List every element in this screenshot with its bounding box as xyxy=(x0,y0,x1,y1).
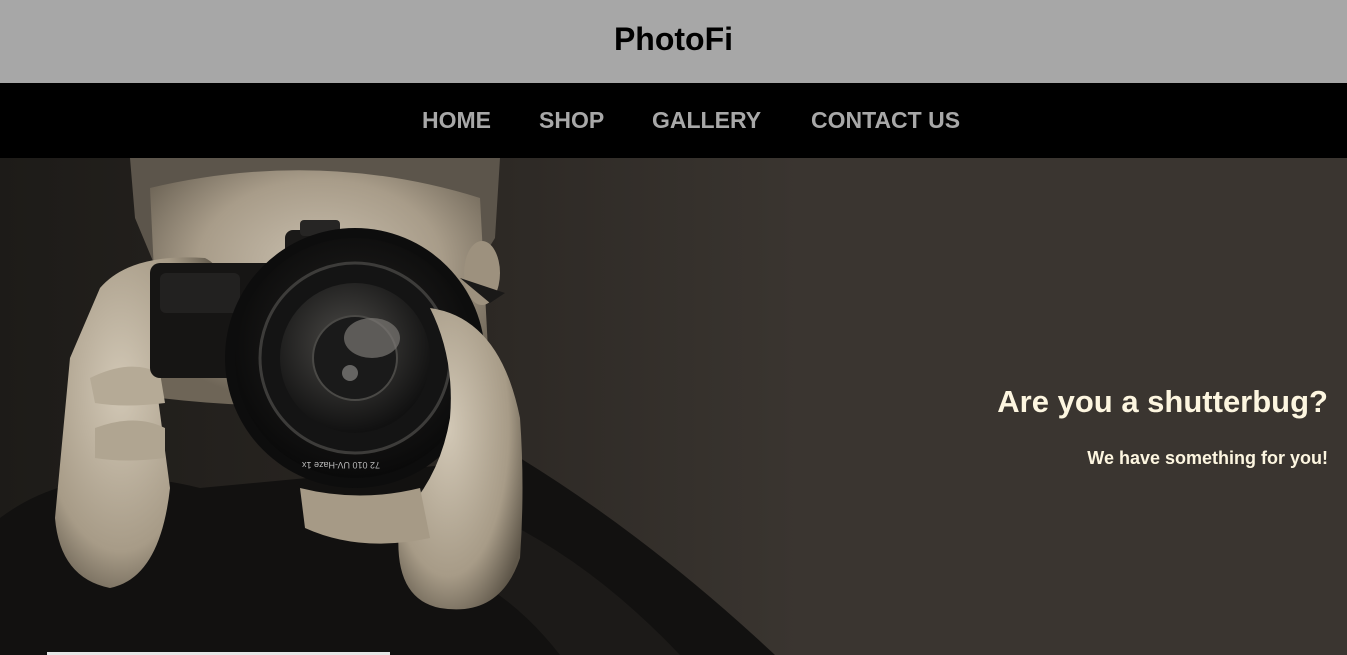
hero-subheading: We have something for you! xyxy=(1087,448,1328,468)
nav-contact-us[interactable]: CONTACT US xyxy=(811,107,960,134)
site-header: PhotoFi xyxy=(0,0,1347,83)
nav-shop[interactable]: SHOP xyxy=(539,107,604,134)
main-nav: HOME SHOP GALLERY CONTACT US xyxy=(0,83,1347,158)
nav-gallery[interactable]: GALLERY xyxy=(652,107,761,134)
hero-heading: Are you a shutterbug? xyxy=(997,384,1328,419)
hero-photographer-image: 72 010 UV-Haze 1x xyxy=(0,158,800,655)
site-title[interactable]: PhotoFi xyxy=(614,21,733,58)
hero-banner: 72 010 UV-Haze 1x Are you a shutterbug? … xyxy=(0,158,1347,655)
nav-home[interactable]: HOME xyxy=(422,107,491,134)
svg-text:72 010 UV-Haze 1x: 72 010 UV-Haze 1x xyxy=(301,460,380,470)
